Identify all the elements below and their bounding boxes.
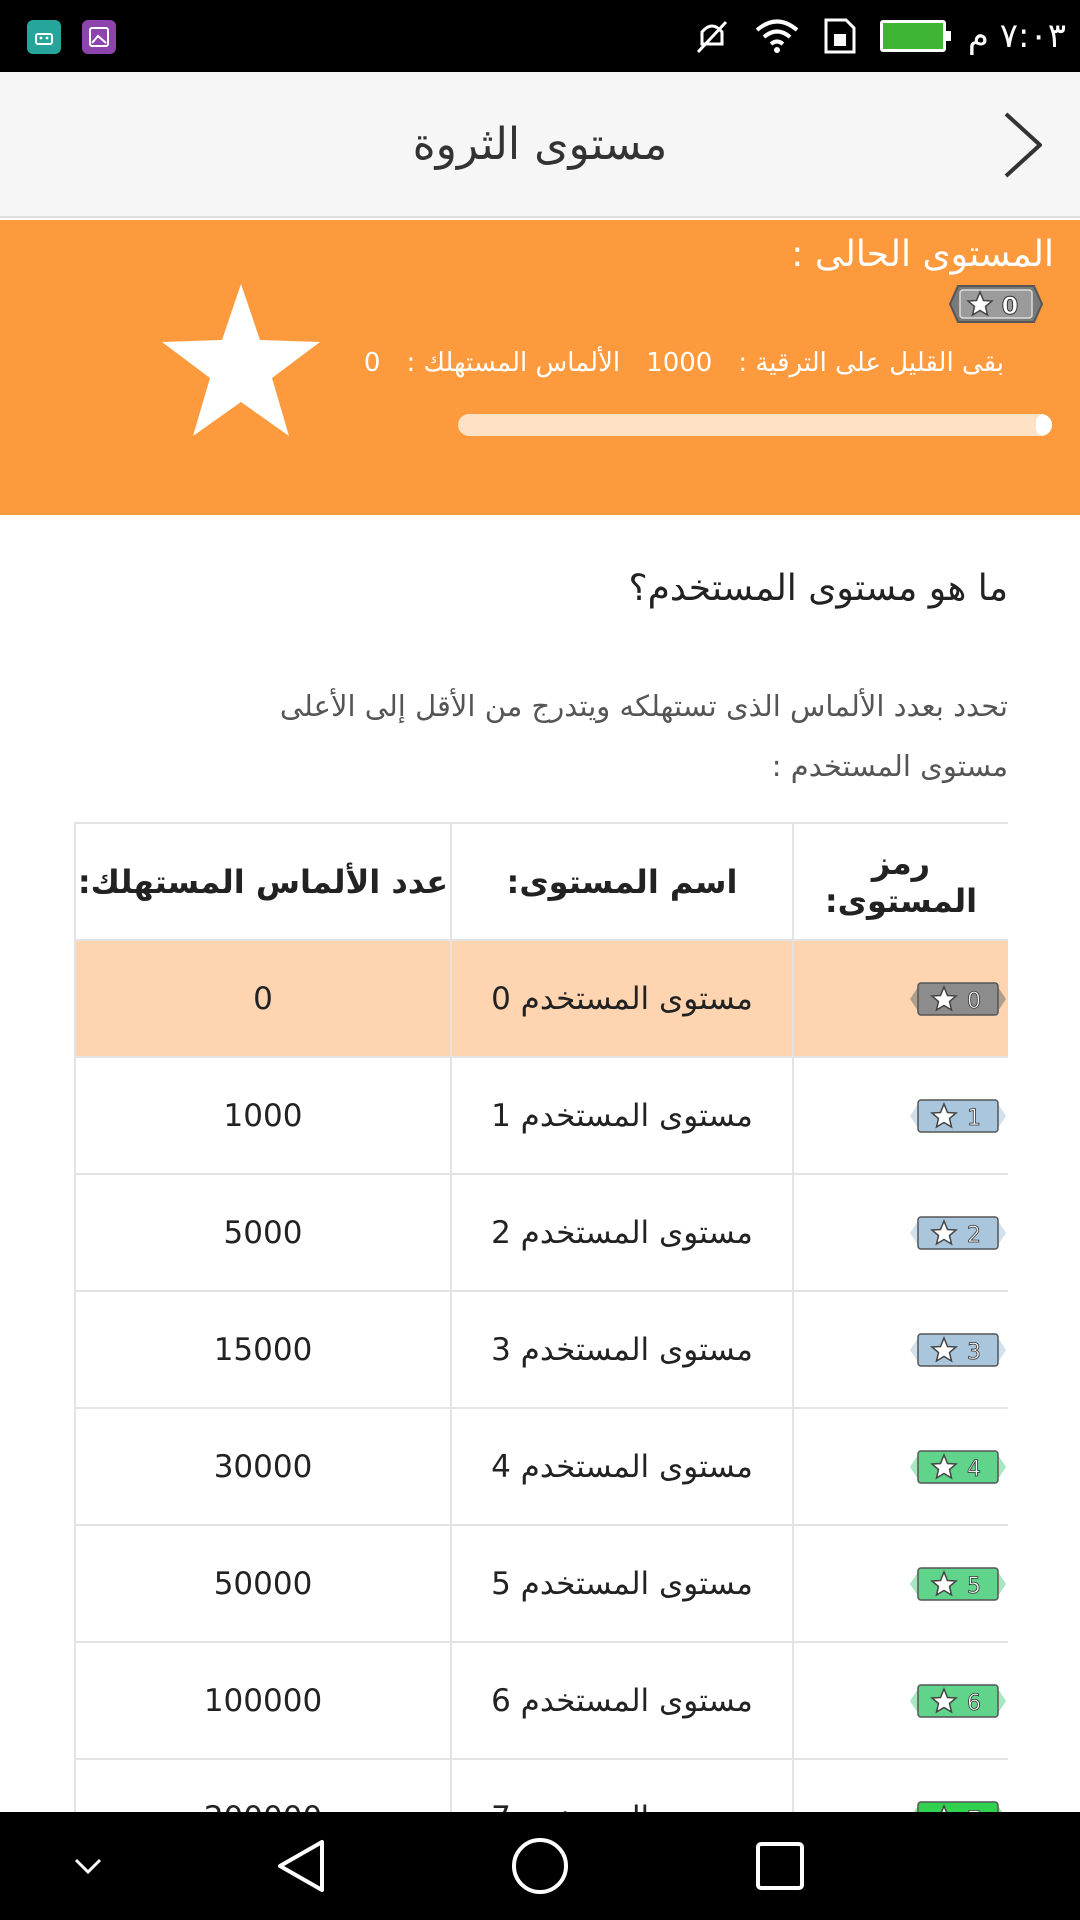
section-description: تحدد بعدد الألماس الذى تستهلكه ويتدرج من… (78, 676, 1008, 796)
level-badge-icon: 3 (910, 1332, 1006, 1367)
svg-text:0: 0 (1002, 292, 1019, 320)
level-badge-icon: 0 (910, 981, 1006, 1016)
home-circle-icon[interactable] (510, 1836, 570, 1896)
level-badge-cell: 2 (792, 1173, 1008, 1292)
mute-icon (696, 20, 727, 54)
level-number: 5 (967, 1574, 981, 1599)
level-name: مستوى المستخدم 3 (450, 1290, 794, 1409)
page-title: مستوى الثروة (412, 119, 668, 170)
level-badge-icon: 7 (913, 1800, 1003, 1812)
table-row[interactable]: 4 مستوى المستخدم 4 30000 (74, 1407, 1008, 1526)
table-header-row: رمز المستوى: اسم المستوى: عدد الألماس ال… (74, 822, 1008, 941)
table-row[interactable]: 5 مستوى المستخدم 5 50000 (74, 1524, 1008, 1643)
wifi-icon (755, 19, 799, 53)
section-question: ما هو مستوى المستخدم؟ (628, 568, 1009, 609)
level-name: مستوى المستخدم 0 (450, 939, 794, 1058)
title-bar: مستوى الثروة (0, 72, 1080, 218)
table-row[interactable]: 6 مستوى المستخدم 6 100000 (74, 1641, 1008, 1760)
diamond-count: 5000 (74, 1173, 452, 1292)
level-number: 1 (967, 1106, 981, 1131)
battery-charging-icon (879, 20, 951, 52)
description-line1: تحدد بعدد الألماس الذى تستهلكه ويتدرج من… (279, 689, 1008, 723)
level-number: 6 (967, 1691, 981, 1716)
consumed-value: 0 (363, 348, 381, 378)
remaining-label: بقى القليل على الترقية : (738, 348, 1004, 378)
header-level-icon: رمز المستوى: (792, 822, 1008, 941)
diamond-count: 100000 (74, 1641, 452, 1760)
diamond-count: 50000 (74, 1524, 452, 1643)
diamond-count: 200000 (74, 1758, 452, 1812)
header-diamond-count: عدد الألماس المستهلك: (74, 822, 452, 941)
level-badge-cell: 5 (792, 1524, 1008, 1643)
levels-table[interactable]: رمز المستوى: اسم المستوى: عدد الألماس ال… (74, 822, 1008, 1812)
level-badge-cell: 7 (792, 1758, 1008, 1812)
android-debug-icon (27, 20, 61, 54)
clock: ٧:٠٣ م (967, 16, 1066, 56)
level-name: مستوى المستخدم 7 (450, 1758, 794, 1812)
level-badge-icon: 6 (910, 1683, 1006, 1718)
status-icons: ٧:٠٣ م (692, 0, 1066, 72)
system-nav-bar (0, 1812, 1080, 1920)
level-badge-cell: 6 (792, 1641, 1008, 1760)
table-row[interactable]: 7 مستوى المستخدم 7200000 (74, 1758, 1008, 1812)
level-banner: المستوى الحالى : 0 بقى القليل على الترقي… (0, 220, 1080, 515)
back-triangle-icon[interactable] (274, 1838, 328, 1894)
level-number: 3 (967, 1340, 981, 1365)
current-level-label: المستوى الحالى : (791, 234, 1054, 275)
level-badge-icon: 1 (910, 1098, 1006, 1133)
gallery-app-icon (82, 20, 116, 54)
level-badge-icon: 5 (910, 1566, 1006, 1601)
status-bar: ٧:٠٣ م (0, 0, 1080, 72)
level-badge: 0 (948, 285, 1044, 323)
table-row[interactable]: 2 مستوى المستخدم 2 5000 (74, 1173, 1008, 1292)
level-number: 2 (967, 1223, 981, 1248)
diamond-count: 15000 (74, 1290, 452, 1409)
level-badge-cell: 3 (792, 1290, 1008, 1409)
level-badge-icon: 2 (910, 1215, 1006, 1250)
level-name: مستوى المستخدم 6 (450, 1641, 794, 1760)
level-badge-cell: 1 (792, 1056, 1008, 1175)
chevron-down-icon[interactable] (72, 1854, 104, 1878)
level-number: 4 (967, 1457, 981, 1482)
level-badge-icon: 4 (910, 1449, 1006, 1484)
diamond-count: 1000 (74, 1056, 452, 1175)
level-name: مستوى المستخدم 1 (450, 1056, 794, 1175)
level-number: 0 (967, 989, 981, 1014)
header-level-name: اسم المستوى: (450, 822, 794, 941)
level-name: مستوى المستخدم 5 (450, 1524, 794, 1643)
remaining-value: 1000 (646, 348, 713, 378)
star-icon (162, 284, 320, 436)
upgrade-progress-fill (1036, 414, 1052, 436)
description-line2: مستوى المستخدم : (771, 749, 1008, 783)
diamond-count: 30000 (74, 1407, 452, 1526)
level-name: مستوى المستخدم 2 (450, 1173, 794, 1292)
upgrade-progress-bar (458, 414, 1052, 436)
level-badge-cell: 4 (792, 1407, 1008, 1526)
recents-square-icon[interactable] (754, 1840, 806, 1892)
level-name: مستوى المستخدم 4 (450, 1407, 794, 1526)
chevron-right-icon[interactable] (988, 110, 1058, 180)
consumed-label: الألماس المستهلك : (406, 348, 621, 378)
diamond-count: 0 (74, 939, 452, 1058)
level-badge-cell: 0 (792, 939, 1008, 1058)
sim-icon (824, 18, 856, 54)
table-row[interactable]: 1 مستوى المستخدم 1 1000 (74, 1056, 1008, 1175)
table-row[interactable]: 3 مستوى المستخدم 3 15000 (74, 1290, 1008, 1409)
progress-text: بقى القليل على الترقية : 1000 الألماس ال… (364, 348, 1004, 378)
table-row[interactable]: 0 مستوى المستخدم 00 (74, 939, 1008, 1058)
